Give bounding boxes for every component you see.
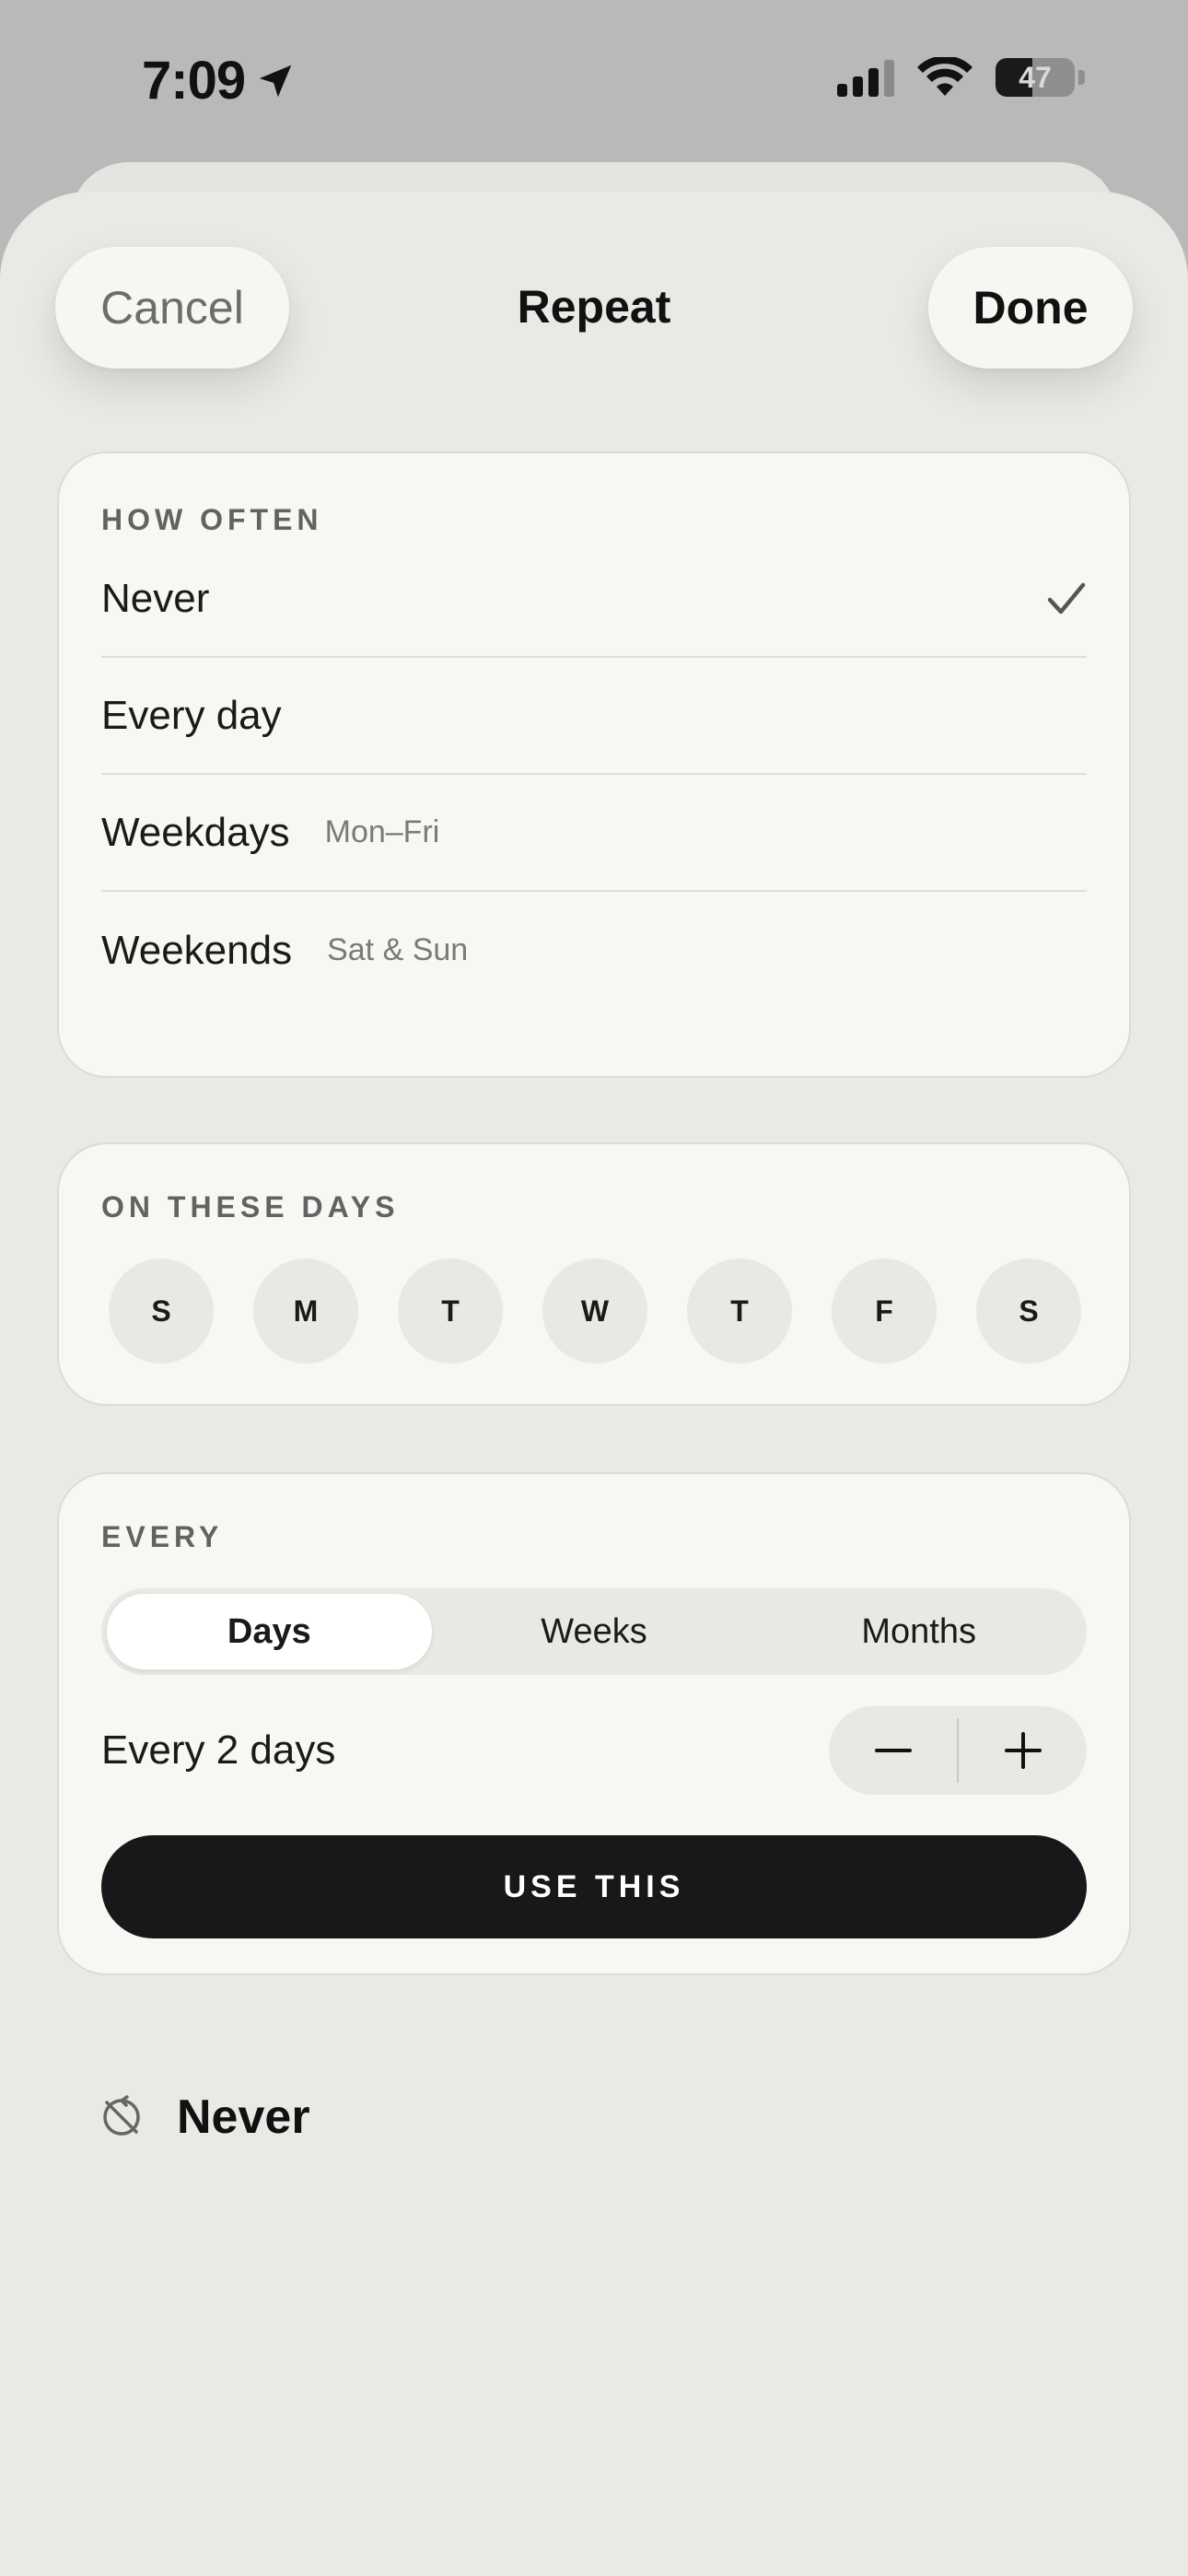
option-label: Never (101, 575, 210, 621)
summary-text: Never (177, 2090, 310, 2144)
status-time-group: 7:09 (142, 50, 297, 111)
day-thursday[interactable]: T (687, 1259, 792, 1364)
cellular-signal-icon (837, 58, 894, 97)
day-tuesday[interactable]: T (398, 1259, 503, 1364)
interval-row: Every 2 days (101, 1706, 1087, 1795)
increment-button[interactable] (959, 1706, 1087, 1795)
checkmark-icon (1047, 582, 1086, 614)
battery-icon: 47 (996, 58, 1075, 97)
segment-weeks[interactable]: Weeks (432, 1594, 757, 1669)
option-weekends[interactable]: Weekends Sat & Sun (101, 892, 1087, 1009)
day-friday[interactable]: F (832, 1259, 937, 1364)
option-sublabel: Sat & Sun (327, 932, 469, 967)
interval-stepper (829, 1706, 1087, 1795)
repeat-off-icon (103, 2095, 140, 2136)
on-these-days-label: ON THESE DAYS (101, 1190, 400, 1224)
battery-nub (1078, 70, 1085, 85)
location-arrow-icon (259, 64, 292, 97)
wifi-icon (917, 57, 973, 96)
option-every-day[interactable]: Every day (101, 658, 1087, 775)
option-label: Weekdays (101, 809, 290, 855)
interval-label: Every 2 days (101, 1727, 336, 1773)
every-label: EVERY (101, 1520, 224, 1553)
on-these-days-card: ON THESE DAYS S M T W T F S (57, 1142, 1131, 1406)
interval-unit-segmented-control: Days Weeks Months (101, 1588, 1087, 1675)
option-label: Every day (101, 692, 282, 738)
day-picker: S M T W T F S (109, 1259, 1081, 1364)
how-often-card: HOW OFTEN Never Every day Weekdays Mon–F… (57, 451, 1131, 1078)
done-button[interactable]: Done (928, 247, 1133, 369)
option-sublabel: Mon–Fri (324, 814, 440, 849)
day-monday[interactable]: M (253, 1259, 358, 1364)
status-time: 7:09 (142, 51, 246, 111)
battery-percent: 47 (1019, 60, 1052, 94)
plus-icon (1004, 1732, 1042, 1769)
segment-days[interactable]: Days (107, 1594, 432, 1669)
status-indicators: 47 (837, 57, 1085, 98)
every-card: EVERY Days Weeks Months Every 2 days USE… (57, 1472, 1131, 1975)
how-often-label: HOW OFTEN (101, 503, 323, 536)
screen: 7:09 47 Cancel Repeat Done HOW OFTEN Nev… (0, 0, 1188, 2576)
segment-months[interactable]: Months (756, 1594, 1081, 1669)
repeat-sheet: Cancel Repeat Done HOW OFTEN Never Every… (0, 192, 1188, 2576)
option-weekdays[interactable]: Weekdays Mon–Fri (101, 775, 1087, 892)
day-wednesday[interactable]: W (542, 1259, 647, 1364)
decrement-button[interactable] (829, 1706, 957, 1795)
day-saturday[interactable]: S (976, 1259, 1081, 1364)
status-bar: 7:09 47 (0, 0, 1188, 157)
option-never[interactable]: Never (101, 541, 1087, 658)
repeat-summary: Never (99, 2090, 310, 2145)
use-this-button[interactable]: USE THIS (101, 1835, 1087, 1938)
option-label: Weekends (101, 927, 293, 973)
minus-icon (874, 1749, 912, 1752)
day-sunday[interactable]: S (109, 1259, 214, 1364)
